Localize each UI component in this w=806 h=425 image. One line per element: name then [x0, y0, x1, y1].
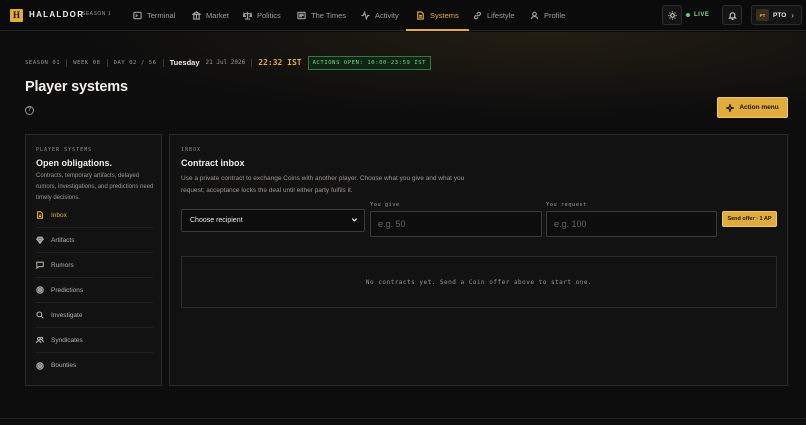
sparkle-icon — [726, 103, 735, 112]
inbox-eyebrow: INBOX — [181, 147, 202, 153]
divider — [106, 58, 108, 67]
nav-politics-label: Politics — [257, 11, 281, 20]
contract-inbox-panel: INBOX Contract inbox Use a private contr… — [169, 134, 788, 386]
nav-systems[interactable]: Systems — [406, 0, 469, 31]
target-icon — [36, 361, 44, 370]
season-tag: SEASON 1 — [82, 11, 112, 17]
sidebar-item-label: Inbox — [51, 211, 67, 219]
live-label: LIVE — [694, 12, 710, 18]
help-icon[interactable]: ? — [25, 106, 34, 115]
sidebar-item-label: Bounties — [51, 362, 77, 369]
inbox-heading: Contract inbox — [181, 158, 245, 168]
inbox-description: Use a private contract to exchange Coins… — [181, 175, 465, 194]
nav-profile-label: Profile — [544, 11, 566, 20]
recipient-select[interactable]: Choose recipient — [181, 209, 365, 232]
terminal-icon — [133, 11, 142, 20]
sidebar-item-label: Artifacts — [51, 236, 75, 244]
link-icon — [473, 11, 482, 20]
politics-icon — [243, 11, 252, 20]
recipient-select-value: Choose recipient — [190, 217, 243, 224]
status-row: SEASON 01 WEEK 08 DAY 02 / 56 Tuesday 21… — [25, 55, 432, 70]
sidebar-heading: Open obligations. — [36, 158, 112, 168]
nav-systems-label: Systems — [430, 11, 459, 20]
chevron-down-icon — [351, 218, 358, 222]
status-time: 22:32 IST — [258, 58, 302, 67]
divider — [66, 58, 68, 67]
bell-icon — [727, 11, 737, 20]
sidebar-item-investigate[interactable]: Investigate — [36, 303, 153, 328]
profile-name: PTO — [773, 11, 787, 19]
nav-terminal[interactable]: Terminal — [133, 0, 175, 31]
profile-menu-button[interactable]: PT PTO › — [751, 5, 802, 25]
player-systems-sidebar: PLAYER SYSTEMS Open obligations. Contrac… — [25, 134, 162, 386]
status-weekday: Tuesday — [169, 58, 200, 67]
status-season: SEASON 01 — [25, 59, 61, 66]
footer-divider — [0, 418, 806, 419]
market-icon — [192, 11, 201, 20]
live-dot-icon — [686, 13, 690, 17]
status-date: 21 Jul 2026 — [205, 59, 246, 66]
sidebar-item-artifacts[interactable]: Artifacts — [36, 228, 153, 253]
sidebar-item-label: Rumors — [51, 261, 74, 269]
request-label: You request — [546, 202, 587, 208]
notifications-button[interactable] — [722, 5, 742, 25]
status-week: WEEK 08 — [73, 59, 101, 66]
give-label: You give — [370, 202, 400, 208]
send-offer-button[interactable]: Send offer · 1 AP — [722, 211, 777, 227]
users-icon — [36, 336, 44, 344]
document-icon — [417, 11, 424, 20]
nav-politics[interactable]: Politics — [243, 0, 281, 31]
sidebar-item-label: Investigate — [51, 311, 83, 319]
theme-toggle-button[interactable] — [662, 5, 682, 25]
target-icon — [36, 286, 44, 294]
nav-activity[interactable]: Activity — [361, 0, 399, 31]
sidebar-item-label: Predictions — [51, 286, 84, 294]
request-amount-input[interactable]: e.g. 100 — [546, 211, 717, 237]
brand-logo[interactable]: H — [10, 9, 23, 22]
nav-lifestyle-label: Lifestyle — [487, 11, 515, 20]
sidebar-item-label: Syndicates — [51, 336, 83, 344]
sun-icon — [667, 10, 677, 20]
nav-the-times[interactable]: The Times — [297, 0, 346, 31]
sidebar-item-syndicates[interactable]: Syndicates — [36, 328, 153, 353]
actions-open-badge: ACTIONS OPEN: 10:00-23:59 IST — [307, 55, 432, 70]
live-indicator: LIVE — [686, 8, 709, 22]
chevron-right-icon: › — [791, 10, 794, 20]
page-title: Player systems — [25, 79, 128, 95]
sidebar-item-bounties[interactable]: Bounties — [36, 353, 153, 378]
status-day: DAY 02 / 56 — [113, 59, 157, 66]
action-menu-button[interactable]: Action menu — [717, 97, 788, 118]
top-nav: H HALALDOR SEASON 1 Terminal Market Poli… — [0, 0, 806, 31]
nav-market-label: Market — [206, 11, 229, 20]
sidebar-description: Contracts, temporary artifacts, delayed … — [36, 173, 154, 201]
divider — [162, 58, 164, 67]
nav-lifestyle[interactable]: Lifestyle — [473, 0, 515, 31]
nav-activity-label: Activity — [375, 11, 399, 20]
message-icon — [36, 261, 44, 269]
nav-profile[interactable]: Profile — [530, 0, 565, 31]
inbox-icon — [37, 211, 43, 219]
gem-icon — [36, 236, 44, 244]
empty-contracts-message: No contracts yet. Send a Coin offer abov… — [181, 256, 777, 308]
give-amount-input[interactable]: e.g. 50 — [370, 211, 542, 237]
activity-icon — [361, 11, 370, 20]
sidebar-item-predictions[interactable]: Predictions — [36, 278, 153, 303]
sidebar-item-inbox[interactable]: Inbox — [36, 203, 153, 228]
nav-terminal-label: Terminal — [147, 11, 176, 20]
sidebar-eyebrow: PLAYER SYSTEMS — [36, 147, 93, 153]
nav-market[interactable]: Market — [192, 0, 229, 31]
brand-name[interactable]: HALALDOR — [29, 10, 84, 19]
newspaper-icon — [297, 11, 306, 20]
sidebar-item-rumors[interactable]: Rumors — [36, 253, 153, 278]
search-icon — [36, 311, 44, 319]
divider — [251, 58, 253, 67]
nav-the-times-label: The Times — [311, 11, 347, 20]
avatar: PT — [756, 9, 769, 21]
user-icon — [530, 11, 539, 20]
action-menu-label: Action menu — [739, 104, 779, 111]
